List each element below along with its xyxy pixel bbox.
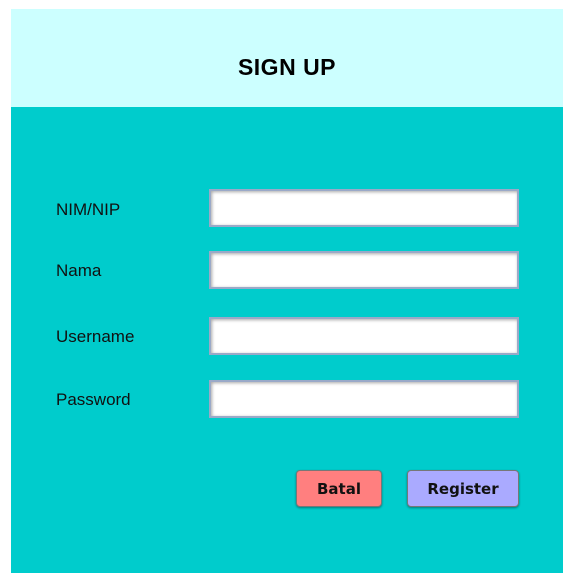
password-input[interactable] — [209, 380, 519, 418]
signup-panel: SIGN UP NIM/NIP Nama Username Password B… — [11, 9, 563, 573]
header-bar: SIGN UP — [11, 9, 563, 107]
nama-input[interactable] — [209, 251, 519, 289]
register-button[interactable]: Register — [407, 470, 519, 507]
page-title: SIGN UP — [237, 53, 337, 80]
username-label: Username — [56, 327, 135, 346]
username-input[interactable] — [209, 317, 519, 355]
nim-nip-input[interactable] — [209, 189, 519, 227]
password-label: Password — [56, 390, 131, 409]
nim-nip-label: NIM/NIP — [56, 200, 121, 219]
cancel-button[interactable]: Batal — [296, 470, 382, 507]
nama-label: Nama — [56, 261, 102, 280]
